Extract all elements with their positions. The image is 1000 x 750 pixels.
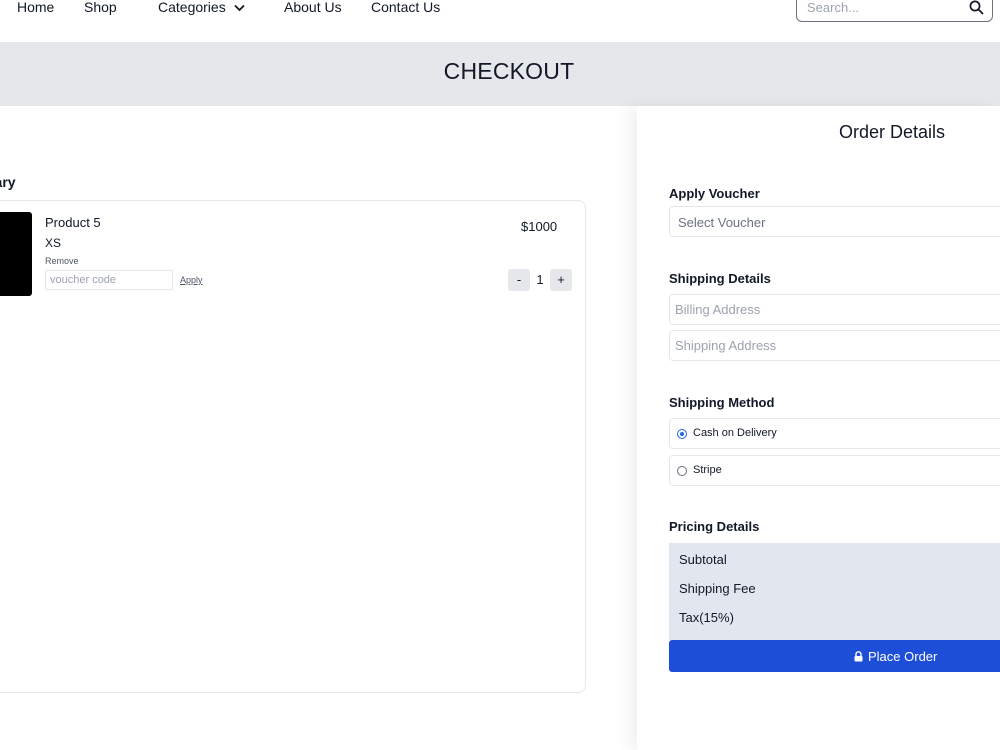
search-input[interactable] bbox=[807, 0, 957, 15]
place-order-button[interactable]: Place Order bbox=[669, 640, 1000, 672]
radio-unselected-icon[interactable] bbox=[677, 466, 687, 476]
pricing-details-box: Subtotal Shipping Fee Tax(15%) bbox=[669, 543, 1000, 640]
shipping-option-stripe[interactable]: Stripe bbox=[669, 455, 1000, 486]
nav-categories-dropdown[interactable]: Categories bbox=[158, 0, 245, 15]
chevron-down-icon bbox=[234, 5, 245, 12]
pricing-row-subtotal: Subtotal bbox=[679, 552, 727, 567]
voucher-select-value: Select Voucher bbox=[678, 215, 766, 230]
voucher-select[interactable]: Select Voucher bbox=[669, 206, 1000, 237]
checkout-banner: CHECKOUT bbox=[0, 42, 1000, 106]
remove-link[interactable]: Remove bbox=[45, 256, 79, 266]
apply-voucher-label: Apply Voucher bbox=[669, 186, 760, 201]
place-order-label: Place Order bbox=[868, 649, 938, 664]
nav-contact-link[interactable]: Contact Us bbox=[371, 0, 440, 15]
pricing-row-shipping-fee: Shipping Fee bbox=[679, 581, 756, 596]
voucher-code-input[interactable] bbox=[45, 270, 173, 290]
product-size: XS bbox=[45, 236, 62, 250]
product-price: $1000 bbox=[521, 219, 558, 234]
page-title: CHECKOUT bbox=[443, 58, 575, 84]
shipping-address-field bbox=[669, 330, 1000, 361]
cart-summary-title: nary bbox=[0, 174, 16, 190]
product-image bbox=[0, 212, 32, 296]
search-box bbox=[796, 0, 993, 22]
product-name: Product 5 bbox=[45, 215, 101, 230]
pricing-row-tax: Tax(15%) bbox=[679, 610, 734, 625]
pricing-details-label: Pricing Details bbox=[669, 519, 760, 534]
radio-selected-icon[interactable] bbox=[677, 429, 687, 439]
quantity-value: 1 bbox=[536, 272, 544, 287]
quantity-decrement-button[interactable]: - bbox=[508, 269, 530, 291]
shipping-details-label: Shipping Details bbox=[669, 271, 771, 286]
billing-address-input[interactable] bbox=[670, 295, 1000, 324]
search-icon[interactable] bbox=[969, 0, 984, 15]
shipping-option-cod[interactable]: Cash on Delivery bbox=[669, 418, 1000, 449]
shipping-option-label: Cash on Delivery bbox=[693, 427, 777, 439]
nav-categories-label: Categories bbox=[158, 0, 226, 15]
billing-address-field bbox=[669, 294, 1000, 325]
shipping-option-label: Stripe bbox=[693, 464, 722, 476]
lock-icon bbox=[854, 651, 863, 662]
shipping-method-label: Shipping Method bbox=[669, 395, 775, 410]
shipping-address-input[interactable] bbox=[670, 331, 1000, 360]
nav-about-link[interactable]: About Us bbox=[284, 0, 342, 15]
nav-home-link[interactable]: Home bbox=[17, 0, 54, 15]
apply-voucher-link[interactable]: Apply bbox=[180, 275, 203, 285]
nav-shop-link[interactable]: Shop bbox=[84, 0, 117, 15]
order-details-title: Order Details bbox=[839, 122, 946, 142]
top-navbar: Home Shop Categories About Us Contact Us bbox=[0, 0, 1000, 42]
quantity-increment-button[interactable]: + bbox=[550, 269, 572, 291]
